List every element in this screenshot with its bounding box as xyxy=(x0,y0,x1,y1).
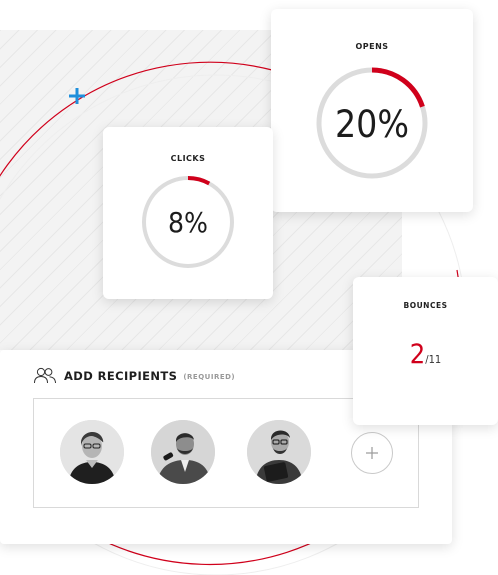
recipients-header: ADD RECIPIENTS (REQUIRED) xyxy=(33,365,235,387)
bounces-label: BOUNCES xyxy=(403,301,448,310)
recipients-required: (REQUIRED) xyxy=(183,373,236,381)
opens-card: OPENS 20% xyxy=(271,9,473,212)
bounces-count: 2 xyxy=(409,339,426,370)
bounces-card: BOUNCES 2/11 xyxy=(353,277,498,425)
add-recipient-button[interactable] xyxy=(351,432,393,474)
avatar-woman[interactable] xyxy=(60,420,124,484)
bounces-value: 2/11 xyxy=(353,339,498,370)
opens-value: 20% xyxy=(335,103,409,146)
plus-icon xyxy=(366,447,378,459)
bounces-total: /11 xyxy=(425,353,442,366)
avatar-man-tablet[interactable] xyxy=(247,420,311,484)
clicks-label: CLICKS xyxy=(170,154,206,163)
clicks-value: 8% xyxy=(168,206,208,239)
users-icon xyxy=(34,367,56,384)
avatar-man-microphone[interactable] xyxy=(151,420,215,484)
recipients-title: ADD RECIPIENTS xyxy=(64,369,178,383)
opens-label: OPENS xyxy=(355,42,389,51)
clicks-card: CLICKS 8% xyxy=(103,127,273,299)
